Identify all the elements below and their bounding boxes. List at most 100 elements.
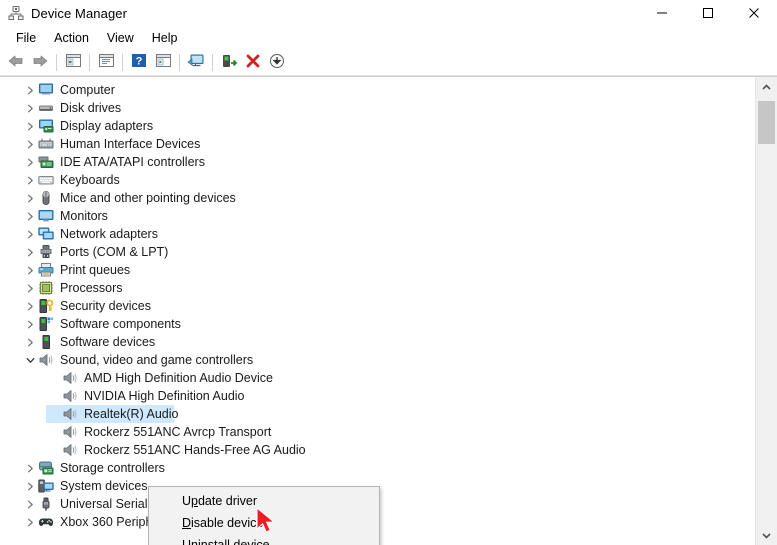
- red-x-icon: [245, 53, 261, 72]
- tree-expander[interactable]: [22, 315, 38, 333]
- vertical-scrollbar[interactable]: [755, 77, 777, 545]
- scroll-up-button[interactable]: [756, 77, 777, 97]
- tree-item[interactable]: Human Interface Devices: [0, 135, 755, 153]
- scrollbar-thumb[interactable]: [758, 101, 775, 145]
- device-tree-pane: Computer Disk drives Display adapters Human…: [0, 76, 777, 545]
- tree-item[interactable]: Disk drives: [0, 99, 755, 117]
- tree-expander[interactable]: [22, 333, 38, 351]
- maximize-button[interactable]: [685, 0, 731, 26]
- close-button[interactable]: [731, 0, 777, 26]
- disable-device-button[interactable]: [265, 51, 289, 74]
- tree-item[interactable]: NVIDIA High Definition Audio: [0, 387, 755, 405]
- tree-expander[interactable]: [22, 351, 38, 369]
- minimize-button[interactable]: [639, 0, 685, 26]
- tree-expander[interactable]: [22, 153, 38, 171]
- tree-expander[interactable]: [22, 207, 38, 225]
- tree-expander[interactable]: [22, 243, 38, 261]
- display-adapter-icon: [38, 118, 54, 134]
- tree-expander[interactable]: [22, 261, 38, 279]
- ctx-uninstall-device[interactable]: Uninstall device: [149, 534, 379, 545]
- menu-action[interactable]: Action: [45, 29, 98, 47]
- scan-for-hardware-changes-button[interactable]: [151, 51, 175, 74]
- toolbar: ?: [0, 49, 777, 76]
- svg-text:?: ?: [136, 56, 143, 68]
- ctx-update-driver[interactable]: Update driver: [149, 490, 379, 512]
- device-manager-window: Device Manager File Action View Help ? C…: [0, 0, 777, 545]
- tree-item[interactable]: Computer: [0, 81, 755, 99]
- tree-item[interactable]: Keyboards: [0, 171, 755, 189]
- ide-controller-icon: [38, 154, 54, 170]
- tree-item[interactable]: Storage controllers: [0, 459, 755, 477]
- uninstall-device-button[interactable]: [241, 51, 265, 74]
- device-tree[interactable]: Computer Disk drives Display adapters Human…: [0, 77, 755, 545]
- tree-item-label: Mice and other pointing devices: [60, 191, 236, 205]
- toolbar-separator: [56, 53, 57, 71]
- tree-item-label: Human Interface Devices: [60, 137, 201, 151]
- scrollbar-track[interactable]: [756, 97, 777, 525]
- scroll-down-button[interactable]: [756, 525, 777, 545]
- tree-expander[interactable]: [22, 279, 38, 297]
- tree-item[interactable]: Mice and other pointing devices: [0, 189, 755, 207]
- software-component-icon: [38, 316, 54, 332]
- properties-button[interactable]: [94, 51, 118, 74]
- tree-expander[interactable]: [22, 171, 38, 189]
- menu-view[interactable]: View: [98, 29, 143, 47]
- tree-item[interactable]: Display adapters: [0, 117, 755, 135]
- tree-expander[interactable]: [22, 189, 38, 207]
- tree-item[interactable]: Software components: [0, 315, 755, 333]
- tree-item[interactable]: IDE ATA/ATAPI controllers: [0, 153, 755, 171]
- tree-expander[interactable]: [22, 225, 38, 243]
- tree-expander[interactable]: [22, 135, 38, 153]
- tree-item[interactable]: AMD High Definition Audio Device: [0, 369, 755, 387]
- network-adapter-icon: [38, 226, 54, 242]
- forward-button[interactable]: [28, 51, 52, 74]
- tree-item-label: Software devices: [60, 335, 156, 349]
- tree-item[interactable]: Processors: [0, 279, 755, 297]
- tree-item[interactable]: Network adapters: [0, 225, 755, 243]
- menu-help-label: Help: [151, 30, 178, 45]
- show-hide-console-tree-button[interactable]: [61, 51, 85, 74]
- tree-item[interactable]: Software devices: [0, 333, 755, 351]
- tree-item[interactable]: Sound, video and game controllers: [0, 351, 755, 369]
- menu-bar: File Action View Help: [0, 26, 777, 49]
- scroll-down-icon: [762, 528, 771, 542]
- tree-expander[interactable]: [22, 495, 38, 513]
- title-bar: Device Manager: [0, 0, 777, 26]
- ctx-disable-device[interactable]: Disable device: [149, 512, 379, 534]
- port-icon: [38, 244, 54, 260]
- tree-item[interactable]: Rockerz 551ANC Avrcp Transport: [0, 423, 755, 441]
- tree-expander[interactable]: [22, 513, 38, 531]
- tree-expander: [46, 423, 62, 441]
- tree-item[interactable]: Security devices: [0, 297, 755, 315]
- help-button[interactable]: ?: [127, 51, 151, 74]
- printer-icon: [38, 262, 54, 278]
- tree-item[interactable]: Monitors: [0, 207, 755, 225]
- tree-item-label: Sound, video and game controllers: [60, 353, 254, 367]
- security-device-icon: [38, 298, 54, 314]
- tree-expander[interactable]: [22, 477, 38, 495]
- tree-item-label: Processors: [60, 281, 123, 295]
- monitor-update-icon: [187, 53, 205, 72]
- enable-device-button[interactable]: [217, 51, 241, 74]
- tree-expander[interactable]: [22, 297, 38, 315]
- tree-expander[interactable]: [22, 81, 38, 99]
- tree-expander[interactable]: [22, 99, 38, 117]
- tree-item-label: Rockerz 551ANC Hands-Free AG Audio: [84, 443, 306, 457]
- tree-item[interactable]: Realtek(R) Audio: [0, 405, 755, 423]
- tree-item[interactable]: Ports (COM & LPT): [0, 243, 755, 261]
- update-driver-button[interactable]: [184, 51, 208, 74]
- tree-item[interactable]: Print queues: [0, 261, 755, 279]
- tree-item-label: Software components: [60, 317, 181, 331]
- tree-expander[interactable]: [22, 459, 38, 477]
- menu-file[interactable]: File: [7, 29, 45, 47]
- scan-hardware-icon: [155, 53, 172, 71]
- context-menu[interactable]: Update driver Disable device Uninstall dev…: [148, 486, 380, 545]
- tree-expander[interactable]: [22, 117, 38, 135]
- menu-help[interactable]: Help: [143, 29, 187, 47]
- gamepad-icon: [38, 514, 54, 530]
- toolbar-separator: [122, 53, 123, 71]
- tree-item-label: Monitors: [60, 209, 108, 223]
- tree-item[interactable]: Rockerz 551ANC Hands-Free AG Audio: [0, 441, 755, 459]
- back-button[interactable]: [4, 51, 28, 74]
- menu-action-label: Action: [54, 30, 89, 45]
